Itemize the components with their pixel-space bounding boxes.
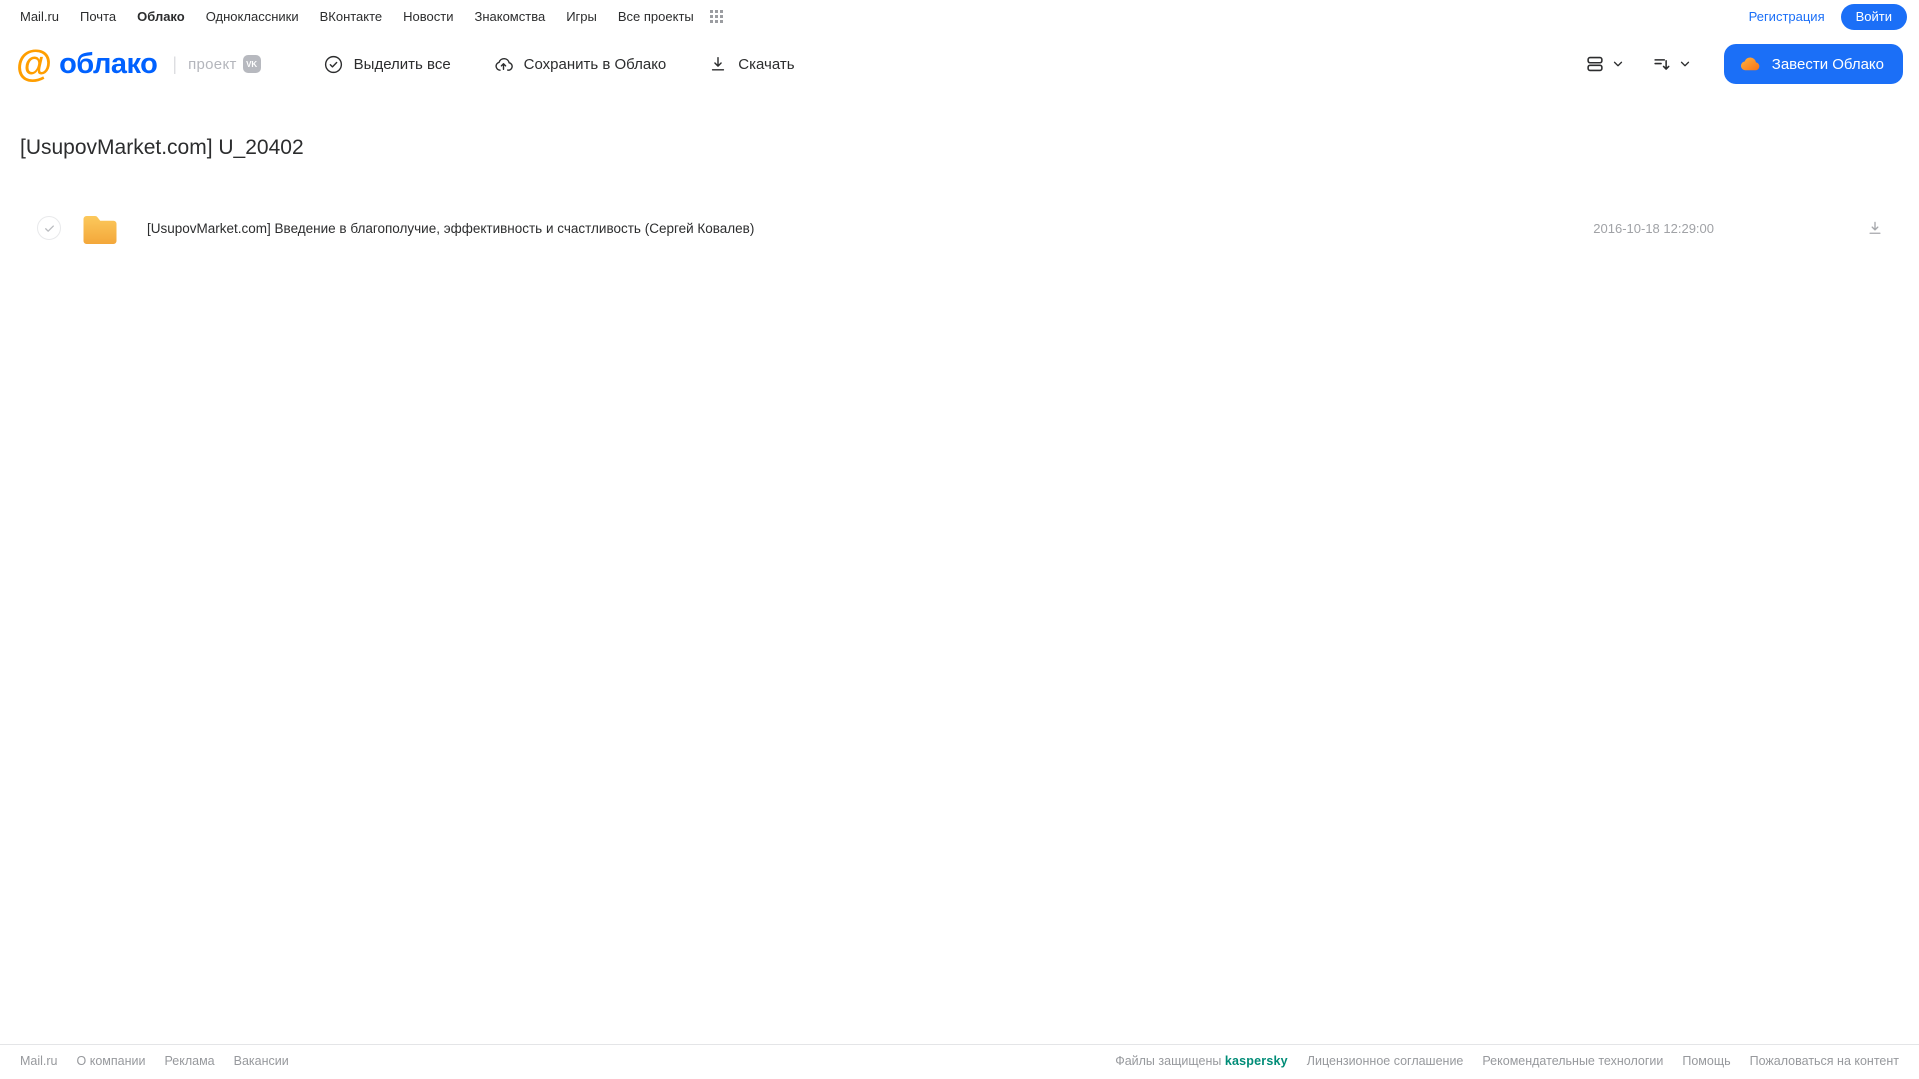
view-list-icon	[1584, 53, 1606, 75]
kaspersky-protected-label: Файлы защищены kaspersky	[1115, 1054, 1288, 1068]
footer: Mail.ru О компании Реклама Вакансии Файл…	[0, 1044, 1919, 1079]
row-checkbox[interactable]	[37, 216, 61, 240]
shared-folder-content: [UsupovMarket.com] U_20402 [UsupovMarket…	[0, 95, 1919, 1044]
sort-descending-icon	[1651, 53, 1673, 75]
get-cloud-button[interactable]: Завести Облако	[1723, 44, 1903, 84]
select-all-button[interactable]: Выделить все	[323, 54, 451, 75]
footer-link-recommendations[interactable]: Рекомендательные технологии	[1482, 1054, 1663, 1068]
page-title: [UsupovMarket.com] U_20402	[20, 136, 304, 159]
nav-item-novosti[interactable]: Новости	[403, 9, 453, 24]
cloud-orange-icon	[1738, 52, 1762, 76]
nav-item-pochta[interactable]: Почта	[80, 9, 116, 24]
download-label: Скачать	[738, 55, 795, 73]
portal-nav-auth: Регистрация Войти	[1749, 3, 1907, 30]
file-modified-date: 2016-10-18 12:29:00	[1593, 220, 1714, 236]
project-label: проект	[188, 55, 237, 73]
portal-nav: Mail.ru Почта Облако Одноклассники ВКонт…	[0, 0, 1919, 33]
toolbar-right: Завести Облако	[1578, 44, 1903, 84]
get-cloud-label: Завести Облако	[1771, 55, 1884, 73]
nav-item-mailru[interactable]: Mail.ru	[20, 9, 59, 24]
sort-dropdown[interactable]	[1645, 47, 1698, 81]
folder-icon	[80, 208, 120, 248]
file-name[interactable]: [UsupovMarket.com] Введение в благополуч…	[147, 221, 754, 236]
footer-link-report[interactable]: Пожаловаться на контент	[1750, 1054, 1899, 1068]
row-download-button[interactable]	[1866, 219, 1884, 237]
cloud-toolbar: @ облако | проект VK Выделить все Сохран…	[0, 33, 1919, 95]
nav-item-odnoklassniki[interactable]: Одноклассники	[206, 9, 299, 24]
cloud-logo-text: облако	[59, 47, 158, 80]
download-icon	[1866, 219, 1884, 237]
chevron-down-icon	[1611, 57, 1625, 71]
save-to-cloud-button[interactable]: Сохранить в Облако	[493, 54, 667, 75]
nav-item-znakomstva[interactable]: Знакомства	[474, 9, 545, 24]
select-all-label: Выделить все	[353, 55, 451, 73]
check-circle-icon	[323, 54, 344, 75]
login-button[interactable]: Войти	[1840, 3, 1907, 30]
save-to-cloud-label: Сохранить в Облако	[523, 55, 667, 73]
cloud-logo[interactable]: @ облако | проект VK	[16, 42, 261, 84]
nav-item-vkontakte[interactable]: ВКонтакте	[320, 9, 383, 24]
nav-item-oblako[interactable]: Облако	[137, 9, 185, 24]
portal-nav-links: Mail.ru Почта Облако Одноклассники ВКонт…	[20, 9, 724, 24]
toolbar-actions: Выделить все Сохранить в Облако Скачать	[323, 54, 795, 75]
footer-link-ads[interactable]: Реклама	[164, 1054, 214, 1068]
footer-link-license[interactable]: Лицензионное соглашение	[1307, 1054, 1464, 1068]
vk-badge-icon: VK	[242, 55, 261, 73]
protected-text: Файлы защищены	[1115, 1054, 1222, 1068]
mailru-at-icon: @	[16, 42, 53, 84]
footer-link-jobs[interactable]: Вакансии	[234, 1054, 289, 1068]
footer-left-links: Mail.ru О компании Реклама Вакансии	[20, 1054, 289, 1068]
logo-divider: |	[172, 53, 178, 74]
view-mode-dropdown[interactable]	[1578, 47, 1631, 81]
download-button[interactable]: Скачать	[708, 54, 795, 74]
apps-grid-icon[interactable]	[709, 9, 724, 24]
nav-item-igry[interactable]: Игры	[566, 9, 597, 24]
cloud-upload-icon	[493, 54, 514, 75]
footer-link-mailru[interactable]: Mail.ru	[20, 1054, 58, 1068]
download-icon	[708, 54, 728, 74]
kaspersky-logo: kaspersky	[1224, 1054, 1288, 1068]
footer-link-about[interactable]: О компании	[77, 1054, 146, 1068]
file-row[interactable]: [UsupovMarket.com] Введение в благополуч…	[0, 200, 1919, 256]
nav-item-vse-proekty[interactable]: Все проекты	[618, 9, 694, 24]
footer-link-help[interactable]: Помощь	[1682, 1054, 1730, 1068]
registration-link[interactable]: Регистрация	[1749, 9, 1825, 24]
footer-right-links: Файлы защищены kaspersky Лицензионное со…	[1115, 1054, 1899, 1068]
chevron-down-icon	[1678, 57, 1692, 71]
